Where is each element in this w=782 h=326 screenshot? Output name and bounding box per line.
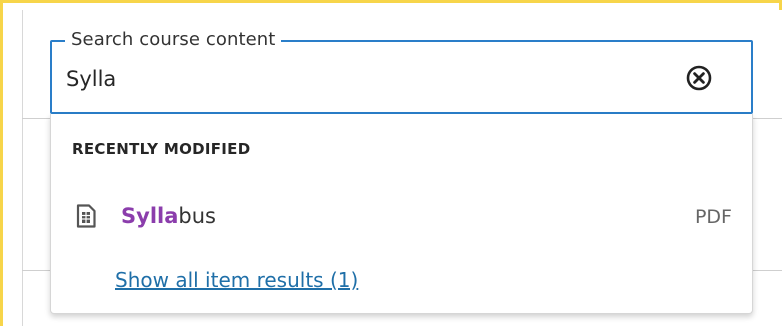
result-type: PDF <box>694 206 732 228</box>
result-item[interactable]: Syllabus PDF <box>51 194 752 238</box>
document-icon <box>75 204 97 228</box>
clear-search-button[interactable] <box>685 64 713 92</box>
result-name: Syllabus <box>121 204 216 228</box>
result-name-match: Sylla <box>121 204 179 228</box>
search-results-dropdown: RECENTLY MODIFIED Syllabus PDF Show all … <box>50 114 753 314</box>
result-name-rest: bus <box>178 204 216 228</box>
section-heading-recently-modified: RECENTLY MODIFIED <box>72 140 251 158</box>
clear-circle-x-icon <box>686 65 712 91</box>
show-all-results-link[interactable]: Show all item results (1) <box>115 268 358 292</box>
search-input[interactable] <box>66 64 666 94</box>
page-divider-vertical <box>22 10 23 326</box>
search-field: Search course content <box>50 29 753 114</box>
search-label: Search course content <box>65 29 282 51</box>
